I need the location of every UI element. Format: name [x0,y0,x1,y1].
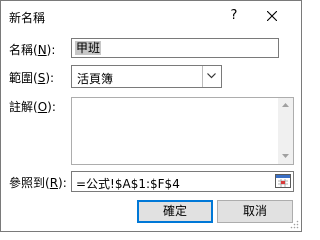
cancel-button[interactable]: 取消 [217,200,293,223]
refers-to-label: 參照到(R): [9,176,67,190]
scope-dropdown-toggle[interactable] [202,66,221,87]
refers-to-input[interactable]: =公式!$A$1:$F$4 [71,171,294,192]
dialog-title: 新名稱 [9,11,46,25]
scope-selected-value: 活頁簿 [77,72,114,86]
name-input[interactable]: 甲班 [71,38,279,58]
close-icon [267,11,277,21]
ok-button[interactable]: 確定 [137,200,213,223]
comment-textarea[interactable] [71,97,294,165]
new-name-dialog: 新名稱 ? 名稱(N): 甲班 範圍(S): 活頁簿 註解(O): 參照到(R)… [0,0,302,232]
arrow-up-icon [282,103,289,107]
close-button[interactable] [259,5,285,27]
scope-dropdown[interactable]: 活頁簿 [71,65,222,88]
resize-grip-icon[interactable] [289,219,299,229]
comment-label: 註解(O): [9,100,56,114]
scroll-up-button[interactable] [278,98,293,113]
scroll-down-button[interactable] [278,149,293,164]
comment-scrollbar[interactable] [278,98,293,164]
name-label: 名稱(N): [9,43,56,57]
name-input-value: 甲班 [75,41,102,55]
range-select-icon [275,174,291,188]
title-bar: 新名稱 ? [1,1,301,32]
help-button[interactable]: ? [221,5,247,27]
chevron-down-icon [207,73,216,79]
arrow-down-icon [282,154,289,158]
refers-to-value: =公式!$A$1:$F$4 [76,177,180,191]
collapse-dialog-button[interactable] [274,173,292,190]
scope-label: 範圍(S): [9,71,55,85]
